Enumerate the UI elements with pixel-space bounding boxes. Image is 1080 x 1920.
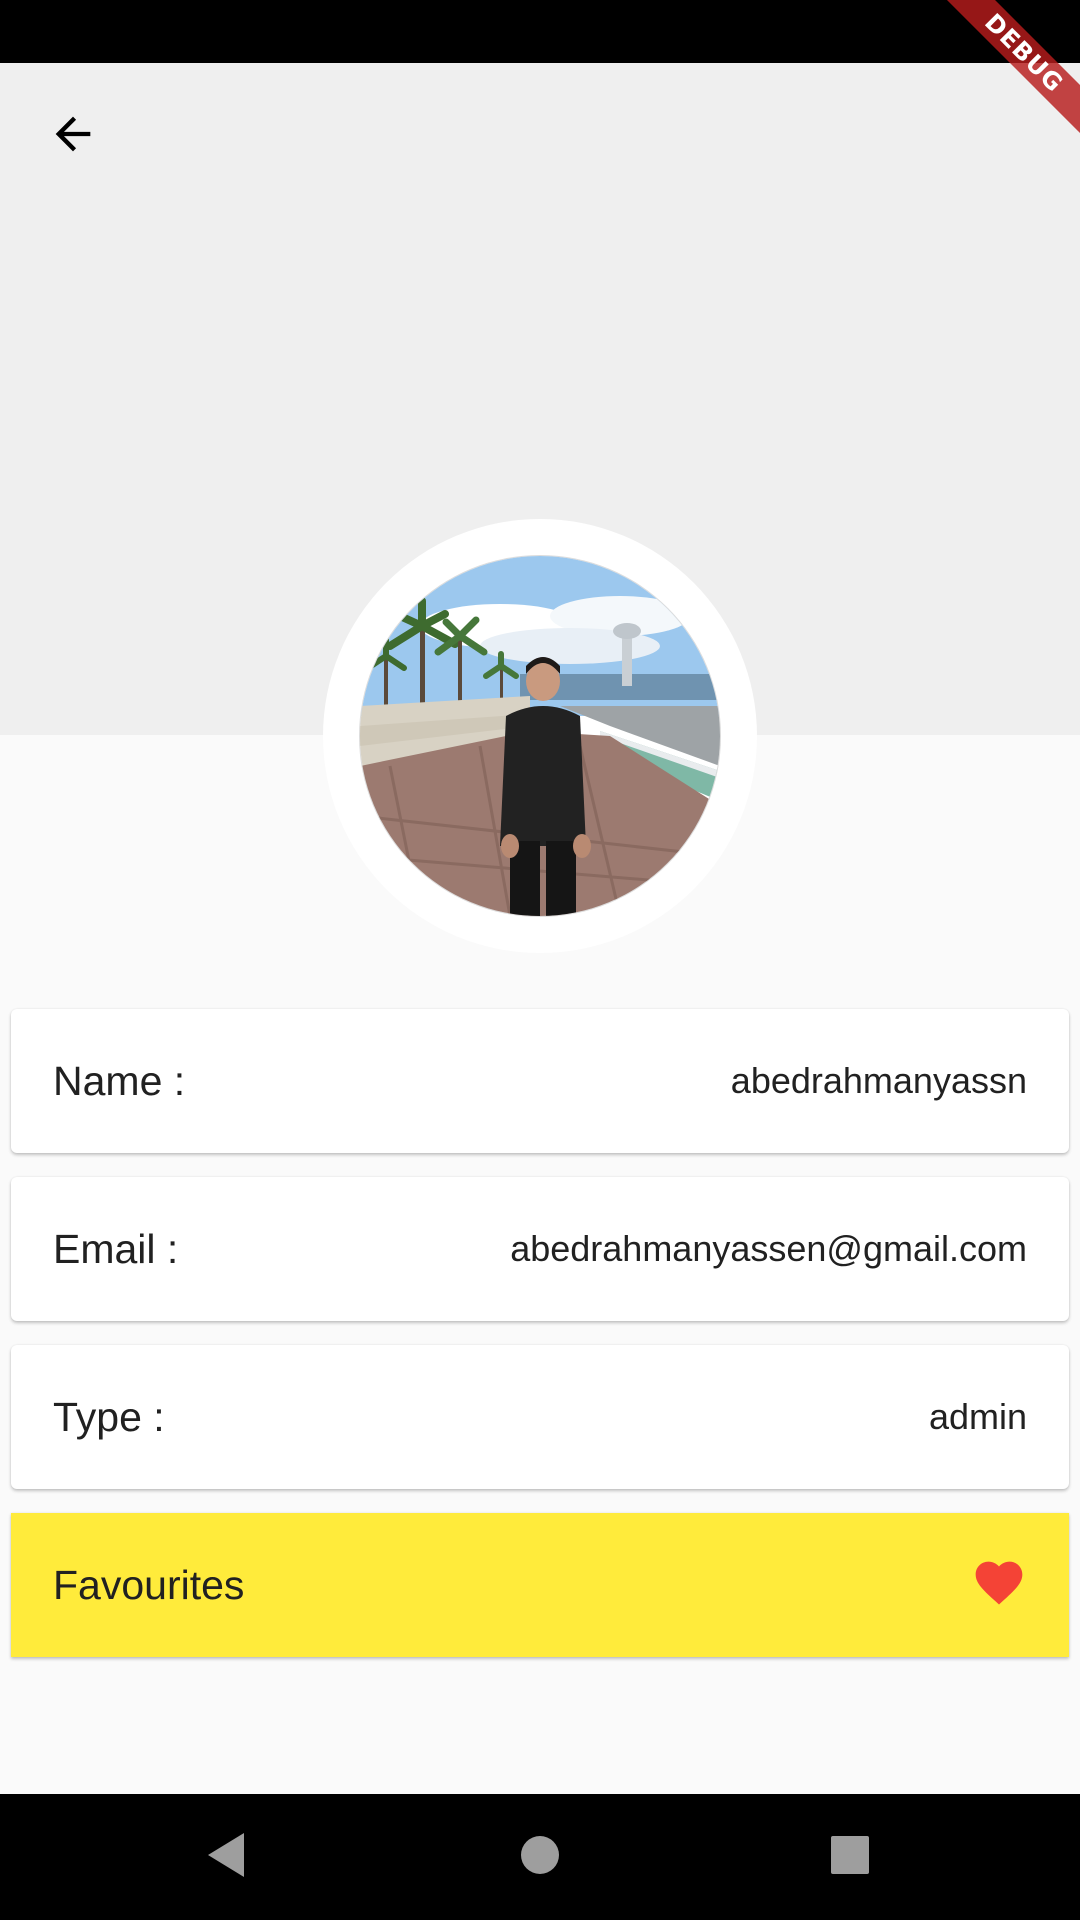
nav-home-button[interactable] bbox=[500, 1824, 580, 1890]
back-button[interactable] bbox=[30, 100, 116, 172]
name-label: Name : bbox=[53, 1057, 186, 1104]
favourites-button[interactable]: Favourites bbox=[11, 1513, 1069, 1657]
system-navigation-bar bbox=[0, 1794, 1080, 1920]
email-row: Email : abedrahmanyassen@gmail.com bbox=[11, 1177, 1069, 1321]
heart-icon bbox=[971, 1559, 1027, 1611]
square-recents-icon bbox=[830, 1835, 870, 1880]
arrow-back-icon bbox=[47, 108, 99, 165]
avatar bbox=[360, 556, 720, 916]
type-value: admin bbox=[928, 1396, 1027, 1437]
email-value: abedrahmanyassen@gmail.com bbox=[510, 1228, 1027, 1269]
type-row: Type : admin bbox=[11, 1345, 1069, 1489]
email-label: Email : bbox=[53, 1225, 179, 1272]
name-row: Name : abedrahmanyassn bbox=[11, 1009, 1069, 1153]
favourites-label: Favourites bbox=[53, 1561, 245, 1608]
name-value: abedrahmanyassn bbox=[730, 1060, 1027, 1101]
circle-home-icon bbox=[519, 1834, 561, 1881]
profile-screen: Name : abedrahmanyassn Email : abedrahma… bbox=[0, 0, 1080, 1920]
nav-back-button[interactable] bbox=[186, 1824, 266, 1890]
status-bar bbox=[0, 0, 1080, 63]
nav-recents-button[interactable] bbox=[810, 1824, 890, 1890]
triangle-back-icon bbox=[204, 1831, 248, 1884]
type-label: Type : bbox=[53, 1393, 165, 1440]
